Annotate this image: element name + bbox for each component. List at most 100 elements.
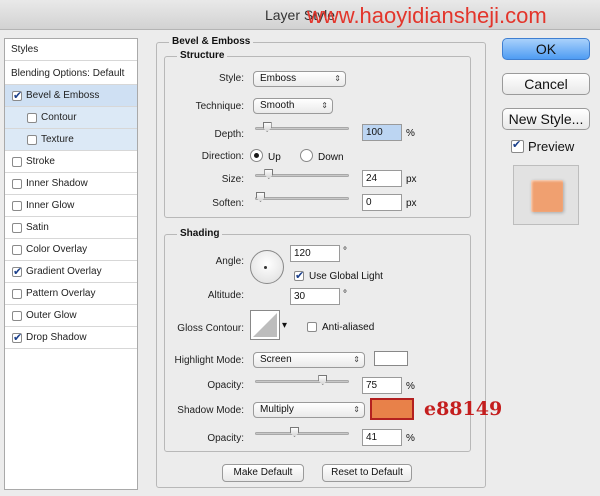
sidebar-item-label: Gradient Overlay [26, 266, 102, 277]
structure-title: Structure [177, 50, 228, 61]
sidebar-item-label: Satin [26, 222, 49, 233]
sidebar-item-checkbox[interactable] [12, 178, 22, 189]
shadow-opacity-slider[interactable] [255, 427, 349, 437]
sidebar-item-checkbox[interactable] [12, 156, 22, 167]
direction-label: Direction: [201, 151, 244, 162]
sidebar-item-checkbox[interactable] [12, 331, 22, 344]
highlight-opacity-input[interactable]: 75 [362, 377, 402, 394]
style-select[interactable]: Emboss ⇕ [253, 71, 346, 87]
size-slider[interactable] [255, 169, 349, 179]
gloss-contour-picker[interactable] [250, 310, 280, 340]
style-label: Style: [218, 73, 244, 84]
sidebar-item[interactable]: Contour [5, 107, 137, 129]
sidebar-item[interactable]: Drop Shadow [5, 327, 137, 349]
sidebar-item[interactable]: Bevel & Emboss [5, 85, 137, 107]
use-global-light-checkbox[interactable] [294, 269, 304, 282]
altitude-input[interactable]: 30 [290, 288, 340, 305]
title-bar: Layer Style www.haoyidiansheji.com [0, 0, 600, 30]
shadow-color-swatch[interactable] [370, 398, 414, 420]
bevel-emboss-title: Bevel & Emboss [169, 36, 254, 47]
soften-unit: px [406, 198, 417, 209]
select-arrows-icon: ⇕ [334, 74, 341, 83]
styles-header[interactable]: Styles [5, 39, 137, 61]
sidebar-item-checkbox[interactable] [12, 200, 22, 211]
angle-input[interactable]: 120 [290, 245, 340, 262]
gloss-contour-label: Gloss Contour: [177, 323, 244, 334]
sidebar-item-label: Bevel & Emboss [26, 90, 100, 101]
sidebar-item[interactable]: Color Overlay [5, 239, 137, 261]
sidebar-item[interactable]: Inner Shadow [5, 173, 137, 195]
make-default-button[interactable]: Make Default [222, 464, 304, 482]
sidebar-item-label: Color Overlay [26, 244, 88, 255]
gloss-contour-arrow-icon[interactable]: ▾ [282, 320, 287, 331]
soften-slider[interactable] [255, 192, 349, 202]
highlight-mode-select[interactable]: Screen ⇕ [253, 352, 365, 368]
size-label: Size: [221, 174, 244, 185]
sidebar-item[interactable]: Satin [5, 217, 137, 239]
shadow-opacity-unit: % [406, 433, 415, 444]
shadow-color-annotation: e88149 [424, 398, 503, 420]
depth-slider[interactable] [255, 122, 349, 132]
angle-dial-point [264, 266, 267, 269]
shadow-opacity-label: Opacity: [207, 433, 244, 444]
preview-label: Preview [528, 139, 575, 154]
soften-label: Soften: [212, 198, 244, 209]
highlight-mode-label: Highlight Mode: [174, 355, 244, 366]
anti-aliased-label: Anti-aliased [322, 322, 375, 333]
watermark: www.haoyidiansheji.com [307, 3, 547, 28]
sidebar-item-label: Inner Glow [26, 200, 75, 211]
depth-unit: % [406, 128, 415, 139]
sidebar-item[interactable]: Gradient Overlay [5, 261, 137, 283]
blending-options[interactable]: Blending Options: Default [5, 63, 137, 85]
shadow-opacity-input[interactable]: 41 [362, 429, 402, 446]
sidebar-item-label: Outer Glow [26, 310, 77, 321]
highlight-opacity-slider[interactable] [255, 375, 349, 385]
anti-aliased-checkbox[interactable] [307, 322, 317, 332]
new-style-button[interactable]: New Style... [502, 108, 590, 130]
direction-down-radio[interactable] [300, 149, 313, 162]
sidebar-item-label: Texture [41, 134, 74, 145]
highlight-opacity-unit: % [406, 381, 415, 392]
sidebar-item[interactable]: Pattern Overlay [5, 283, 137, 305]
sidebar-item-checkbox[interactable] [12, 310, 22, 321]
highlight-color-swatch[interactable] [374, 351, 408, 366]
highlight-opacity-label: Opacity: [207, 380, 244, 391]
sidebar-item-checkbox[interactable] [12, 265, 22, 278]
sidebar-item-checkbox[interactable] [12, 222, 22, 233]
direction-up-radio[interactable] [250, 149, 263, 162]
sidebar-item[interactable]: Outer Glow [5, 305, 137, 327]
direction-down-label: Down [318, 152, 344, 163]
sidebar-item-label: Stroke [26, 156, 55, 167]
altitude-label: Altitude: [207, 290, 244, 301]
cancel-button[interactable]: Cancel [502, 73, 590, 95]
technique-select[interactable]: Smooth ⇕ [253, 98, 333, 114]
sidebar-item[interactable]: Inner Glow [5, 195, 137, 217]
styles-list: Styles Blending Options: Default Bevel &… [4, 38, 138, 490]
sidebar-item-checkbox[interactable] [12, 89, 22, 102]
sidebar-item-label: Drop Shadow [26, 332, 87, 343]
preview-swatch [531, 180, 563, 212]
sidebar-item[interactable]: Stroke [5, 151, 137, 173]
depth-label: Depth: [214, 129, 244, 140]
depth-input[interactable]: 100 [362, 124, 402, 141]
ok-button[interactable]: OK [502, 38, 590, 60]
sidebar-item-checkbox[interactable] [12, 244, 22, 255]
shadow-mode-select[interactable]: Multiply ⇕ [253, 402, 365, 418]
technique-label: Technique: [195, 101, 244, 112]
size-unit: px [406, 174, 417, 185]
angle-dial[interactable] [250, 250, 284, 284]
sidebar-item-checkbox[interactable] [27, 134, 37, 145]
size-input[interactable]: 24 [362, 170, 402, 187]
sidebar-item-checkbox[interactable] [12, 288, 22, 299]
soften-input[interactable]: 0 [362, 194, 402, 211]
sidebar-item[interactable]: Texture [5, 129, 137, 151]
direction-up-label: Up [268, 152, 281, 163]
preview-checkbox[interactable] [511, 138, 524, 153]
select-arrows-icon: ⇕ [321, 101, 328, 110]
shadow-mode-label: Shadow Mode: [177, 405, 244, 416]
use-global-light-label: Use Global Light [309, 271, 383, 282]
reset-to-default-button[interactable]: Reset to Default [322, 464, 412, 482]
altitude-unit: ° [343, 289, 347, 300]
sidebar-item-checkbox[interactable] [27, 112, 37, 123]
angle-label: Angle: [215, 256, 244, 267]
